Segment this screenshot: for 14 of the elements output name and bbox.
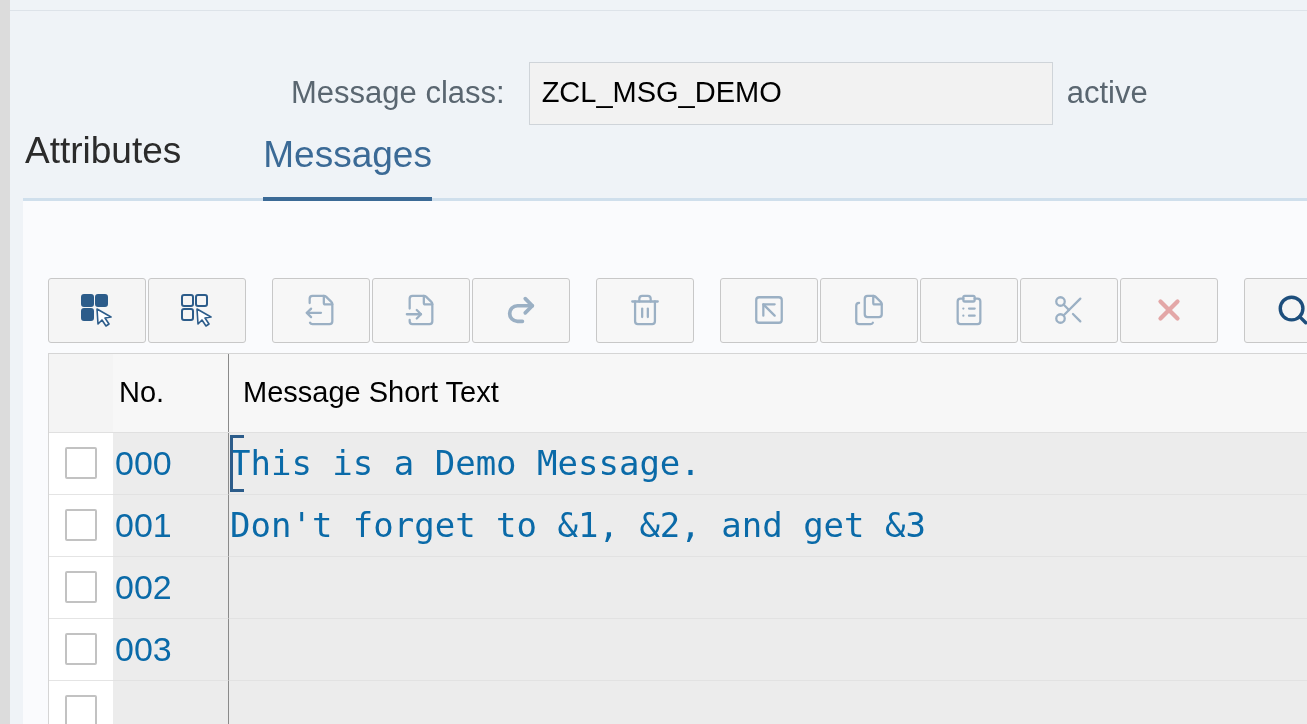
message-number: 000 bbox=[114, 442, 172, 484]
message-text[interactable]: This is a Demo Message. bbox=[229, 437, 701, 489]
message-class-field[interactable]: ZCL_MSG_DEMO bbox=[528, 61, 1053, 125]
message-class-label: Message class: bbox=[291, 73, 505, 112]
message-number: 002 bbox=[114, 566, 172, 608]
tab[interactable]: Attributes bbox=[25, 123, 182, 201]
column-header: No. bbox=[118, 374, 166, 410]
message-text[interactable]: Don't forget to &1, &2, and get &3 bbox=[229, 499, 926, 551]
message-number: 003 bbox=[114, 628, 172, 670]
column-header: Message Short Text bbox=[228, 353, 1307, 432]
table-cell[interactable]: Don't forget to &1, &2, and get &3 bbox=[228, 494, 1307, 557]
status-text: active bbox=[1066, 73, 1148, 112]
message-number: 001 bbox=[114, 504, 172, 546]
table-cell[interactable]: This is a Demo Message. bbox=[228, 432, 1307, 495]
